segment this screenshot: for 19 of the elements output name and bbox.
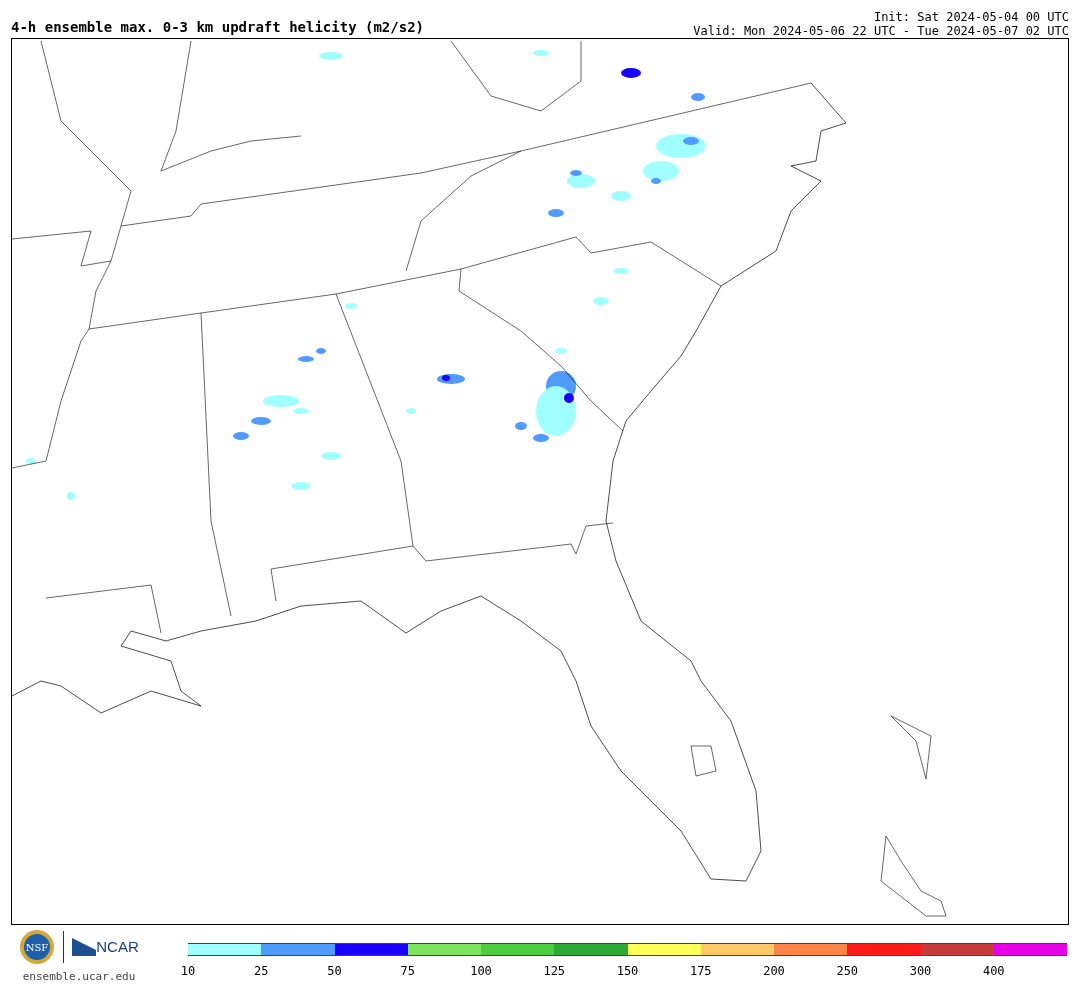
colorbar-tick-label: 100 [470, 963, 492, 980]
colorbar-tick-label: 300 [909, 963, 932, 980]
nsf-logo: NSF [19, 929, 56, 965]
colorbar-tick-label: 75 [400, 963, 415, 980]
colorbar-tick-label: 50 [327, 963, 342, 980]
colorbar-tick-label: 25 [254, 963, 269, 980]
valid-time-range: Valid: Mon 2024-05-06 22 UTC - Tue 2024-05-07 02 UTC [693, 24, 1069, 38]
colorbar-tick-label: 400 [982, 963, 1005, 980]
colorbar-tick-label: 175 [689, 963, 712, 980]
site-url: ensemble.ucar.edu [22, 969, 136, 985]
colorbar-tick-label: 150 [616, 963, 639, 980]
map-title: 4-h ensemble max. 0-3 km updraft helicity (m2/s2) [11, 20, 424, 34]
colorbar-tick-label: 200 [763, 963, 785, 980]
colorbar-tick-label: 10 [180, 963, 196, 980]
ncar-logo-text: NCAR [96, 936, 139, 957]
colorbar-tick-label: 125 [543, 963, 566, 980]
colorbar-tick-label: 250 [836, 963, 859, 980]
ncar-logo-icon [72, 938, 97, 956]
init-time: Init: Sat 2024-05-04 00 UTC [873, 10, 1069, 24]
